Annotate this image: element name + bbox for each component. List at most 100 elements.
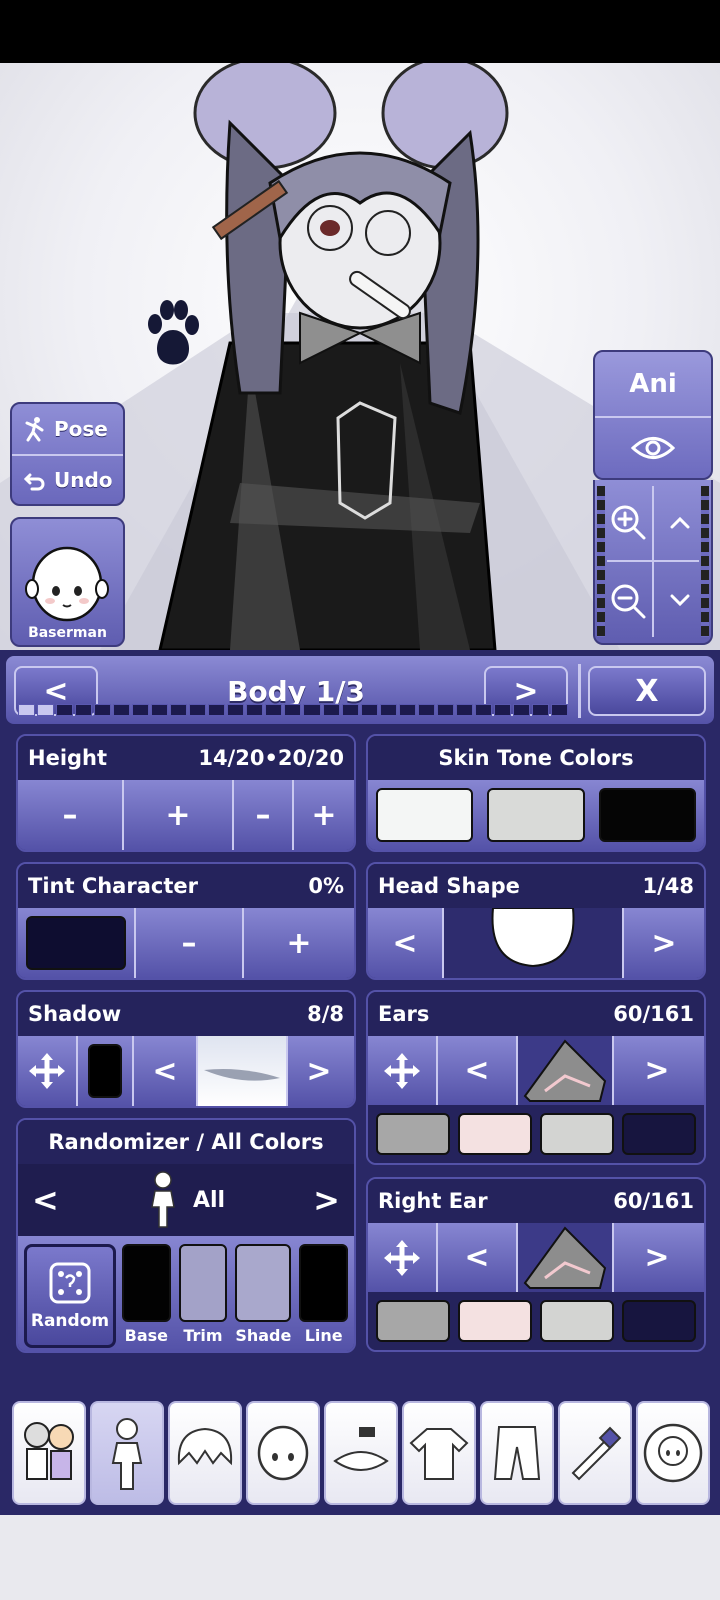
ears-color-2[interactable] — [458, 1113, 532, 1155]
right-ear-move-button[interactable] — [368, 1223, 438, 1292]
shadow-move-button[interactable] — [18, 1036, 78, 1106]
random-label: Random — [30, 1311, 110, 1331]
shadow-preview[interactable] — [198, 1036, 288, 1106]
randomizer-color — [235, 1244, 292, 1322]
ears-prev-button[interactable]: < — [438, 1036, 518, 1105]
pose-button[interactable]: Pose — [12, 404, 123, 454]
progress-segment — [360, 704, 378, 716]
camera-panel: Ani — [593, 350, 713, 480]
head-shape-value: 1/48 — [642, 874, 694, 898]
progress-segment — [493, 704, 511, 716]
tint-minus-button[interactable]: – — [136, 908, 244, 978]
right-ear-prev-button[interactable]: < — [438, 1223, 518, 1292]
randomizer-swatch-line[interactable]: Line — [299, 1244, 348, 1345]
right-ear-color-4[interactable] — [622, 1300, 696, 1342]
right-ear-next-button[interactable]: > — [614, 1223, 700, 1292]
ears-preview[interactable] — [518, 1036, 614, 1105]
random-button[interactable]: Random — [24, 1244, 116, 1348]
tab-tops[interactable] — [402, 1401, 476, 1505]
zoom-divider-h — [607, 560, 699, 562]
width-plus-button[interactable]: + — [294, 780, 354, 850]
tab-props[interactable] — [558, 1401, 632, 1505]
move-icon — [384, 1052, 420, 1089]
accessory-icon — [333, 1427, 389, 1471]
visibility-button[interactable] — [595, 418, 711, 478]
randomizer-prev-button[interactable]: < — [32, 1181, 59, 1219]
head-shape-card: Head Shape 1/48 < > — [366, 862, 706, 980]
shadow-prev-button[interactable]: < — [134, 1036, 198, 1106]
zoom-in-button[interactable] — [605, 488, 650, 556]
randomizer-color — [122, 1244, 171, 1322]
tab-accessories[interactable] — [324, 1401, 398, 1505]
tab-bottoms[interactable] — [480, 1401, 554, 1505]
skin-color-3[interactable] — [598, 788, 696, 842]
skin-color-1[interactable] — [376, 788, 474, 842]
right-ear-color-2[interactable] — [458, 1300, 532, 1342]
zoom-scrollbar-left[interactable] — [597, 486, 605, 637]
ears-move-button[interactable] — [368, 1036, 438, 1105]
group-icon — [24, 1422, 74, 1480]
undo-button[interactable]: Undo — [12, 454, 123, 504]
width-minus-button[interactable]: – — [234, 780, 294, 850]
height-value: 14/20•20/20 — [198, 746, 344, 770]
tint-plus-button[interactable]: + — [244, 908, 354, 978]
tint-color-swatch[interactable] — [26, 916, 126, 970]
camera-down-button[interactable] — [655, 566, 705, 636]
tint-label: Tint Character — [28, 874, 198, 898]
height-minus-button[interactable]: – — [18, 780, 124, 850]
right-ear-color-3[interactable] — [540, 1300, 614, 1342]
camera-up-button[interactable] — [655, 488, 705, 556]
skin-tone-label: Skin Tone Colors — [438, 746, 634, 770]
tab-profile[interactable] — [636, 1401, 710, 1505]
progress-segment — [398, 704, 416, 716]
head-next-button[interactable]: > — [624, 908, 704, 978]
randomizer-swatch-label: Shade — [235, 1326, 292, 1345]
ears-next-button[interactable]: > — [614, 1036, 700, 1105]
right-ear-color-1[interactable] — [376, 1300, 450, 1342]
progress-segment — [512, 704, 530, 716]
randomizer-mode: All — [192, 1187, 226, 1213]
tab-group[interactable] — [12, 1401, 86, 1505]
progress-segment — [94, 704, 112, 716]
randomizer-swatch-label: Line — [304, 1326, 343, 1345]
randomizer-swatch-trim[interactable]: Trim — [178, 1244, 228, 1345]
shadow-color-swatch[interactable] — [88, 1044, 122, 1098]
randomizer-swatch-label: Base — [124, 1326, 169, 1345]
randomizer-swatch-base[interactable]: Base — [122, 1244, 171, 1345]
tab-body[interactable] — [90, 1401, 164, 1505]
ears-color-3[interactable] — [540, 1113, 614, 1155]
head-shape-label: Head Shape — [378, 874, 520, 898]
randomizer-next-button[interactable]: > — [313, 1181, 340, 1219]
progress-segment — [417, 704, 435, 716]
shadow-shape-icon — [204, 1069, 280, 1081]
height-plus-button[interactable]: + — [124, 780, 234, 850]
randomizer-swatches: Base Trim Shade Line — [122, 1244, 348, 1345]
progress-segment — [113, 704, 131, 716]
zoom-out-button[interactable] — [605, 566, 650, 636]
face-icon — [257, 1425, 309, 1481]
ears-color-1[interactable] — [376, 1113, 450, 1155]
shadow-next-button[interactable]: > — [288, 1036, 350, 1106]
height-label: Height — [28, 746, 108, 770]
tab-hair[interactable] — [168, 1401, 242, 1505]
randomizer-card: Randomizer / All Colors < All > Random B… — [16, 1118, 356, 1353]
body-figure-icon — [151, 1171, 175, 1228]
undo-label: Undo — [54, 468, 113, 492]
progress-segment — [75, 704, 93, 716]
head-shape-preview[interactable] — [444, 908, 624, 978]
ear-shape-icon — [523, 1225, 607, 1289]
ani-button[interactable]: Ani — [595, 352, 711, 418]
right-ear-colors — [368, 1292, 704, 1350]
right-ear-preview[interactable] — [518, 1223, 614, 1292]
ears-color-4[interactable] — [622, 1113, 696, 1155]
close-button[interactable]: X — [588, 666, 706, 716]
ears-label: Ears — [378, 1002, 430, 1026]
props-icon — [571, 1426, 622, 1481]
head-shape-icon — [491, 908, 575, 968]
randomizer-swatch-shade[interactable]: Shade — [235, 1244, 292, 1345]
preset-button[interactable]: Baserman — [10, 517, 125, 647]
tab-face[interactable] — [246, 1401, 320, 1505]
skin-color-2[interactable] — [487, 788, 585, 842]
progress-segment — [151, 704, 169, 716]
head-prev-button[interactable]: < — [368, 908, 444, 978]
